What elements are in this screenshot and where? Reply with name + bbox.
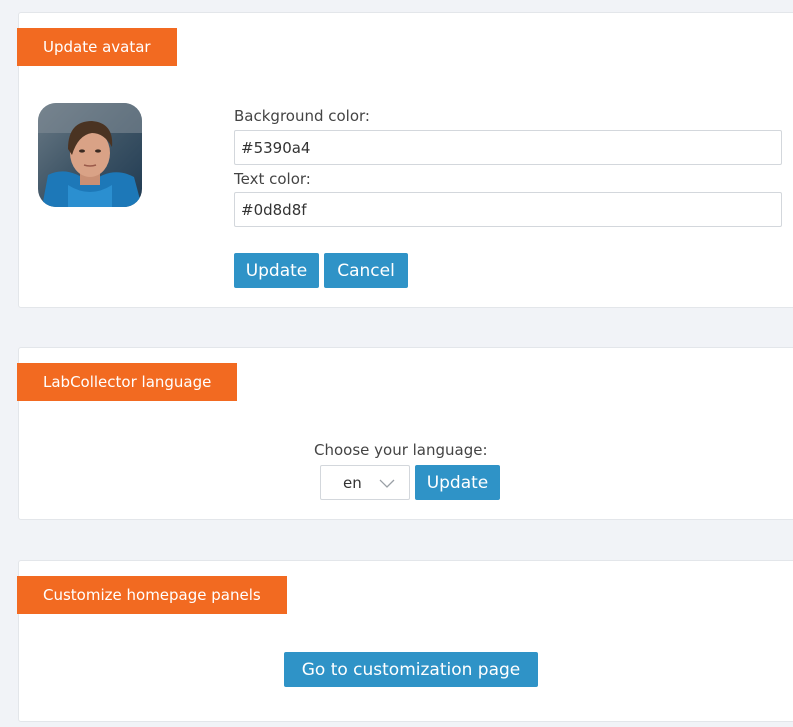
homepage-panels-header: Customize homepage panels: [17, 576, 287, 614]
choose-language-label: Choose your language:: [314, 441, 488, 459]
language-update-button[interactable]: Update: [415, 465, 500, 500]
background-color-input[interactable]: [234, 130, 782, 165]
go-to-customization-button[interactable]: Go to customization page: [284, 652, 538, 687]
text-color-label: Text color:: [234, 170, 311, 188]
update-avatar-header: Update avatar: [17, 28, 177, 66]
language-select[interactable]: en: [320, 465, 410, 500]
avatar-cancel-button[interactable]: Cancel: [324, 253, 408, 288]
avatar: [38, 103, 142, 207]
language-header: LabCollector language: [17, 363, 238, 401]
avatar-update-button[interactable]: Update: [234, 253, 319, 288]
background-color-label: Background color:: [234, 107, 370, 125]
language-select-value: en: [343, 474, 362, 492]
avatar-photo-icon: [38, 103, 142, 207]
chevron-down-icon: [379, 479, 395, 488]
homepage-panels-panel: Customize homepage panels Go to customiz…: [17, 560, 793, 722]
text-color-input[interactable]: [234, 192, 782, 227]
update-avatar-panel: Update avatar Background color: #5390a4 …: [17, 12, 793, 308]
language-panel: LabCollector language Choose your langua…: [17, 347, 793, 520]
